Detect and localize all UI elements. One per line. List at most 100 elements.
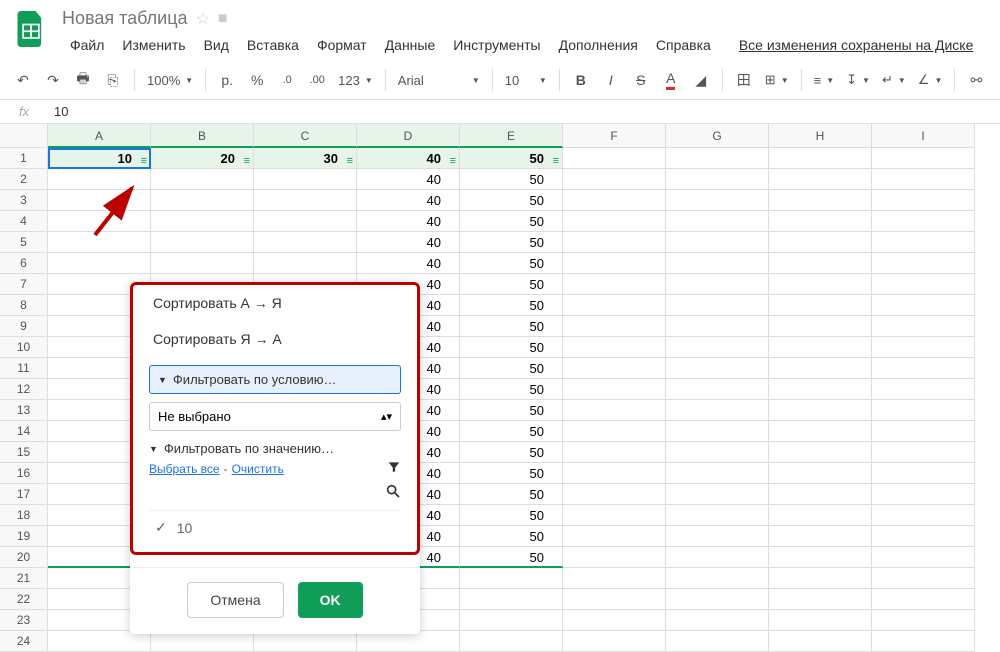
cell[interactable] bbox=[872, 421, 975, 442]
cell[interactable] bbox=[460, 568, 563, 589]
cancel-button[interactable]: Отмена bbox=[187, 582, 283, 618]
star-icon[interactable]: ☆ bbox=[196, 9, 210, 29]
cell[interactable] bbox=[666, 484, 769, 505]
cell[interactable] bbox=[769, 211, 872, 232]
cell[interactable] bbox=[563, 421, 666, 442]
cell[interactable] bbox=[666, 505, 769, 526]
cell[interactable] bbox=[872, 526, 975, 547]
cell[interactable] bbox=[872, 400, 975, 421]
rotate-icon[interactable]: ∠▼ bbox=[914, 72, 947, 88]
cell[interactable] bbox=[563, 610, 666, 631]
borders-icon[interactable]: 田 bbox=[731, 67, 757, 93]
cell[interactable] bbox=[151, 253, 254, 274]
menu-format[interactable]: Формат bbox=[309, 33, 375, 57]
cell[interactable] bbox=[666, 526, 769, 547]
cell[interactable] bbox=[563, 568, 666, 589]
cell[interactable] bbox=[666, 211, 769, 232]
row-header[interactable]: 8 bbox=[0, 295, 48, 316]
row-header[interactable]: 6 bbox=[0, 253, 48, 274]
sheets-logo[interactable] bbox=[10, 8, 52, 50]
cell[interactable] bbox=[151, 190, 254, 211]
currency-format[interactable]: р. bbox=[214, 67, 240, 93]
cell[interactable] bbox=[563, 589, 666, 610]
row-header[interactable]: 22 bbox=[0, 589, 48, 610]
row-header[interactable]: 17 bbox=[0, 484, 48, 505]
cell[interactable] bbox=[666, 337, 769, 358]
cell[interactable]: 40 bbox=[357, 211, 460, 232]
print-icon[interactable]: 🖶 bbox=[70, 67, 96, 93]
cell[interactable] bbox=[769, 379, 872, 400]
cell[interactable] bbox=[769, 505, 872, 526]
row-header[interactable]: 3 bbox=[0, 190, 48, 211]
cell[interactable] bbox=[563, 274, 666, 295]
cell[interactable] bbox=[48, 190, 151, 211]
row-header[interactable]: 10 bbox=[0, 337, 48, 358]
cell[interactable] bbox=[563, 400, 666, 421]
cell[interactable] bbox=[666, 547, 769, 568]
cell[interactable] bbox=[769, 526, 872, 547]
row-header[interactable]: 4 bbox=[0, 211, 48, 232]
cell[interactable] bbox=[769, 631, 872, 652]
cell[interactable] bbox=[769, 190, 872, 211]
cell[interactable] bbox=[872, 463, 975, 484]
row-header[interactable]: 14 bbox=[0, 421, 48, 442]
increase-decimal[interactable]: .00 bbox=[304, 67, 330, 93]
cell[interactable] bbox=[666, 568, 769, 589]
menu-help[interactable]: Справка bbox=[648, 33, 719, 57]
strikethrough-icon[interactable]: S bbox=[628, 67, 654, 93]
column-header[interactable]: F bbox=[563, 124, 666, 148]
row-header[interactable]: 5 bbox=[0, 232, 48, 253]
row-header[interactable]: 21 bbox=[0, 568, 48, 589]
column-header[interactable]: C bbox=[254, 124, 357, 148]
cell[interactable] bbox=[872, 190, 975, 211]
cell[interactable]: 50 bbox=[460, 316, 563, 337]
fill-color-icon[interactable]: ◢ bbox=[688, 67, 714, 93]
wrap-icon[interactable]: ↵▼ bbox=[878, 72, 910, 88]
cell[interactable] bbox=[769, 295, 872, 316]
cell[interactable]: 50 bbox=[460, 232, 563, 253]
cell[interactable] bbox=[769, 400, 872, 421]
cell[interactable] bbox=[769, 169, 872, 190]
column-header[interactable]: I bbox=[872, 124, 975, 148]
row-header[interactable]: 12 bbox=[0, 379, 48, 400]
cell[interactable] bbox=[254, 211, 357, 232]
cell[interactable] bbox=[666, 253, 769, 274]
cell[interactable]: 50 bbox=[460, 337, 563, 358]
link-icon[interactable]: ⚯ bbox=[963, 67, 989, 93]
cell[interactable] bbox=[666, 589, 769, 610]
column-header[interactable]: G bbox=[666, 124, 769, 148]
cell[interactable] bbox=[769, 337, 872, 358]
cell[interactable] bbox=[666, 631, 769, 652]
cell[interactable] bbox=[872, 337, 975, 358]
zoom-select[interactable]: 100%▼ bbox=[143, 73, 197, 88]
cell[interactable]: 50 bbox=[460, 211, 563, 232]
cell[interactable] bbox=[769, 463, 872, 484]
decrease-decimal[interactable]: .0 bbox=[274, 67, 300, 93]
row-header[interactable]: 23 bbox=[0, 610, 48, 631]
cell[interactable]: 50 bbox=[460, 400, 563, 421]
cell[interactable] bbox=[563, 253, 666, 274]
cell[interactable] bbox=[769, 484, 872, 505]
cell[interactable] bbox=[254, 232, 357, 253]
cell[interactable] bbox=[563, 358, 666, 379]
merge-cells[interactable]: ⊞▼ bbox=[761, 72, 793, 88]
cell[interactable] bbox=[666, 442, 769, 463]
cell[interactable] bbox=[563, 295, 666, 316]
column-header[interactable]: D bbox=[357, 124, 460, 148]
cell[interactable]: 50 bbox=[460, 253, 563, 274]
cell[interactable] bbox=[460, 631, 563, 652]
italic-icon[interactable]: I bbox=[598, 67, 624, 93]
cell[interactable] bbox=[254, 169, 357, 190]
cell[interactable] bbox=[563, 505, 666, 526]
menu-view[interactable]: Вид bbox=[196, 33, 237, 57]
cell[interactable]: 40 bbox=[357, 253, 460, 274]
column-header[interactable]: E bbox=[460, 124, 563, 148]
fx-value[interactable]: 10 bbox=[48, 104, 68, 119]
cell[interactable]: 40≡ bbox=[357, 148, 460, 169]
sort-descending[interactable]: Сортировать Я → А bbox=[133, 321, 417, 357]
row-header[interactable]: 2 bbox=[0, 169, 48, 190]
cell[interactable] bbox=[872, 253, 975, 274]
cell[interactable]: 30≡ bbox=[254, 148, 357, 169]
cell[interactable] bbox=[872, 148, 975, 169]
row-header[interactable]: 20 bbox=[0, 547, 48, 568]
